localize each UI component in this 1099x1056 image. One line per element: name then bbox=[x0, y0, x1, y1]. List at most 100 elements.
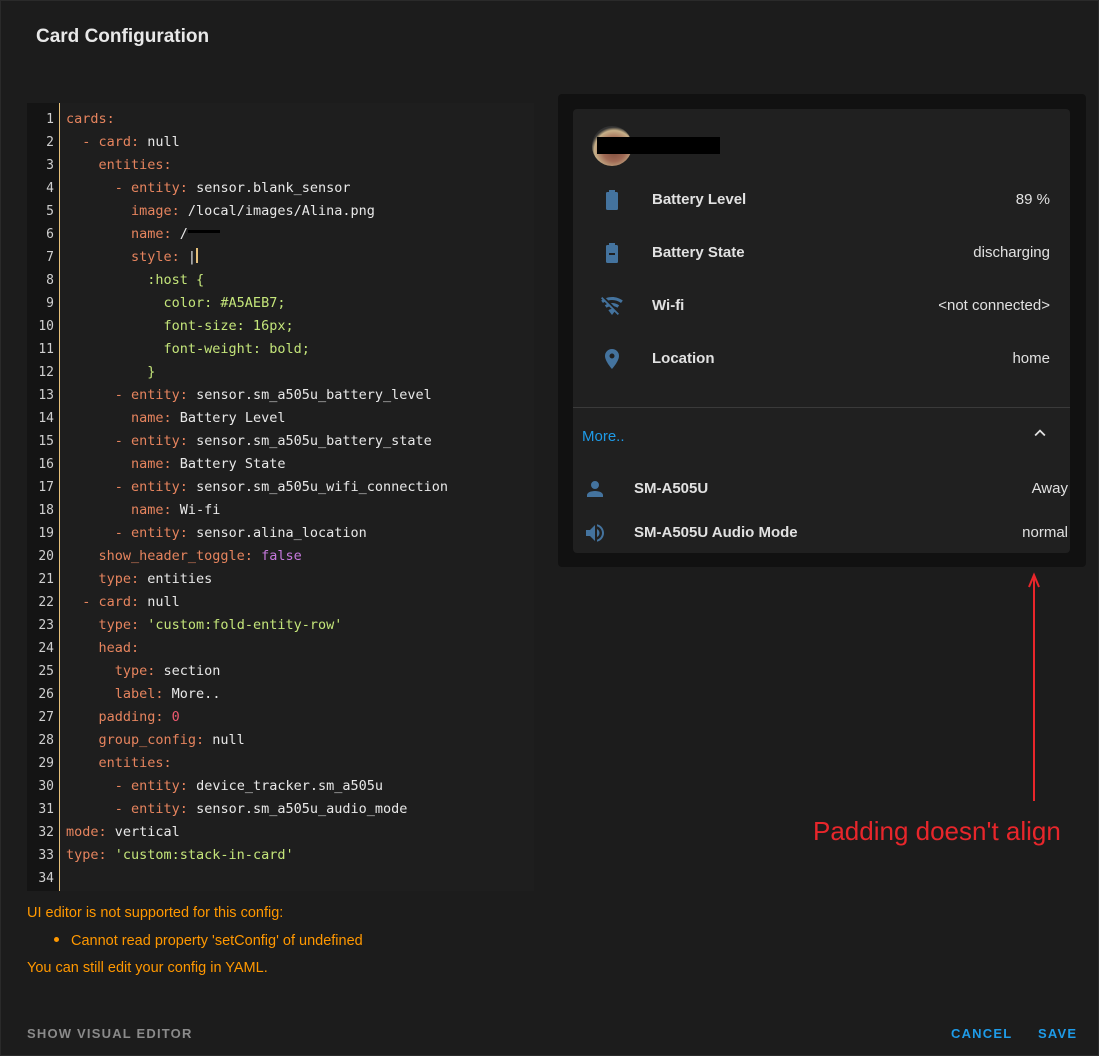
code-token: - bbox=[66, 525, 132, 541]
code-line[interactable]: - entity: sensor.blank_sensor bbox=[66, 177, 351, 200]
code-token: - bbox=[66, 433, 132, 449]
code-line[interactable]: show_header_toggle: false bbox=[66, 545, 302, 568]
code-line[interactable]: type: 'custom:stack-in-card' bbox=[66, 844, 294, 867]
code-line[interactable]: mode: vertical bbox=[66, 821, 180, 844]
line-number: 16 bbox=[38, 457, 54, 472]
code-token: - bbox=[66, 134, 99, 150]
code-line[interactable]: - entity: sensor.sm_a505u_battery_state bbox=[66, 430, 432, 453]
code-line[interactable]: - card: null bbox=[66, 131, 180, 154]
speaker-icon[interactable] bbox=[583, 521, 607, 545]
fold-header-more[interactable]: More.. bbox=[582, 428, 625, 445]
code-line[interactable]: name: / bbox=[66, 223, 220, 246]
code-token: 'custom:stack-in-card' bbox=[106, 847, 294, 863]
yaml-code-editor[interactable]: 1 2 3 4 5 6 7 8 9 10 11 12 13 14 15 16 17 18 19 20 21 22 23 24 2… bbox=[27, 103, 534, 891]
code-token: entity: bbox=[131, 387, 188, 403]
code-line[interactable]: head: bbox=[66, 637, 140, 660]
code-token: group_config: bbox=[66, 732, 205, 748]
account-icon[interactable] bbox=[583, 477, 607, 501]
code-line[interactable]: name: Battery State bbox=[66, 453, 285, 476]
chevron-up-icon[interactable] bbox=[1029, 422, 1051, 444]
code-token: sensor.sm_a505u_battery_state bbox=[187, 433, 432, 449]
line-number: 25 bbox=[38, 664, 54, 679]
code-token: - bbox=[66, 180, 132, 196]
code-token: More.. bbox=[163, 686, 221, 702]
code-line[interactable]: font-weight: bold; bbox=[66, 338, 310, 361]
code-line[interactable]: entities: bbox=[66, 752, 172, 775]
battery-icon[interactable] bbox=[600, 188, 624, 212]
code-line[interactable]: group_config: null bbox=[66, 729, 245, 752]
code-line[interactable]: image: /local/images/Alina.png bbox=[66, 200, 375, 223]
row-value-battery-level: 89 % bbox=[1015, 191, 1050, 208]
row-label-battery-state[interactable]: Battery State bbox=[652, 244, 745, 261]
line-number: 22 bbox=[38, 595, 54, 610]
show-visual-editor-button[interactable]: SHOW VISUAL EDITOR bbox=[27, 1026, 193, 1041]
line-number: 23 bbox=[38, 618, 54, 633]
code-line[interactable]: entities: bbox=[66, 154, 172, 177]
line-number: 11 bbox=[38, 342, 54, 357]
code-line[interactable]: type: entities bbox=[66, 568, 213, 591]
line-number: 34 bbox=[38, 871, 54, 886]
code-token: false bbox=[252, 548, 302, 564]
code-line[interactable]: - entity: sensor.sm_a505u_battery_level bbox=[66, 384, 432, 407]
code-token: padding: bbox=[66, 709, 164, 725]
wifi-off-icon[interactable] bbox=[600, 294, 624, 318]
map-marker-icon[interactable] bbox=[600, 347, 624, 371]
line-number: 28 bbox=[38, 733, 54, 748]
row-label-audio-mode[interactable]: SM-A505U Audio Mode bbox=[634, 524, 798, 541]
line-number: 17 bbox=[38, 480, 54, 495]
code-line[interactable]: label: More.. bbox=[66, 683, 221, 706]
code-line[interactable]: :host { bbox=[66, 269, 204, 292]
line-number: 14 bbox=[38, 411, 54, 426]
cancel-button[interactable]: CANCEL bbox=[951, 1026, 1012, 1041]
code-line[interactable]: padding: 0 bbox=[66, 706, 180, 729]
battery-minus-icon[interactable] bbox=[600, 241, 624, 265]
code-line[interactable]: } bbox=[66, 361, 155, 384]
line-number: 26 bbox=[38, 687, 54, 702]
code-line[interactable]: type: section bbox=[66, 660, 221, 683]
line-number: 19 bbox=[38, 526, 54, 541]
code-line[interactable]: cards: bbox=[66, 108, 115, 131]
row-label-location[interactable]: Location bbox=[652, 350, 715, 367]
row-value-battery-state: discharging bbox=[973, 244, 1050, 261]
code-line[interactable]: name: Wi-fi bbox=[66, 499, 220, 522]
code-token: entity: bbox=[131, 801, 188, 817]
code-token: section bbox=[155, 663, 221, 679]
line-number: 4 bbox=[46, 181, 54, 196]
code-token: image: bbox=[66, 203, 180, 219]
code-line[interactable]: - entity: device_tracker.sm_a505u bbox=[66, 775, 383, 798]
code-token: name: bbox=[66, 502, 172, 518]
code-token: font-weight: bold; bbox=[66, 341, 310, 357]
code-token: device_tracker.sm_a505u bbox=[187, 778, 384, 794]
code-token: - bbox=[66, 387, 132, 403]
save-button[interactable]: SAVE bbox=[1038, 1026, 1077, 1041]
code-token: sensor.sm_a505u_audio_mode bbox=[187, 801, 408, 817]
warning-footer: You can still edit your config in YAML. bbox=[27, 960, 268, 976]
code-token: Wi-fi bbox=[171, 502, 221, 518]
dialog-title: Card Configuration bbox=[36, 26, 210, 47]
text-cursor bbox=[196, 248, 199, 263]
code-token: null bbox=[204, 732, 245, 748]
code-line[interactable]: name: Battery Level bbox=[66, 407, 285, 430]
row-value-location: home bbox=[1012, 350, 1050, 367]
code-line[interactable]: style: | bbox=[66, 246, 199, 269]
code-token: entities: bbox=[66, 157, 172, 173]
code-line[interactable]: font-size: 16px; bbox=[66, 315, 294, 338]
code-line[interactable]: - entity: sensor.alina_location bbox=[66, 522, 367, 545]
row-value-wifi: <not connected> bbox=[938, 297, 1050, 314]
row-label-wifi[interactable]: Wi-fi bbox=[652, 297, 684, 314]
row-label-sm-a505u[interactable]: SM-A505U bbox=[634, 480, 708, 497]
annotation-text: Padding doesn't align bbox=[813, 816, 1061, 846]
code-token: type: bbox=[66, 847, 107, 863]
row-label-battery-level[interactable]: Battery Level bbox=[652, 191, 746, 208]
code-line[interactable]: - entity: sensor.sm_a505u_audio_mode bbox=[66, 798, 408, 821]
code-token: Battery Level bbox=[171, 410, 286, 426]
card-configuration-dialog: Card Configuration 1 2 3 4 5 6 7 8 9 10 11 12 13 14 15… bbox=[0, 0, 1099, 1056]
code-token: show_header_toggle: bbox=[66, 548, 253, 564]
code-line[interactable]: - entity: sensor.sm_a505u_wifi_connectio… bbox=[66, 476, 448, 499]
code-line[interactable]: color: #A5AEB7; bbox=[66, 292, 286, 315]
code-token: sensor.sm_a505u_battery_level bbox=[187, 387, 432, 403]
line-number: 33 bbox=[38, 848, 54, 863]
code-line[interactable]: type: 'custom:fold-entity-row' bbox=[66, 614, 343, 637]
code-line[interactable]: - card: null bbox=[66, 591, 180, 614]
line-number: 7 bbox=[46, 250, 54, 265]
